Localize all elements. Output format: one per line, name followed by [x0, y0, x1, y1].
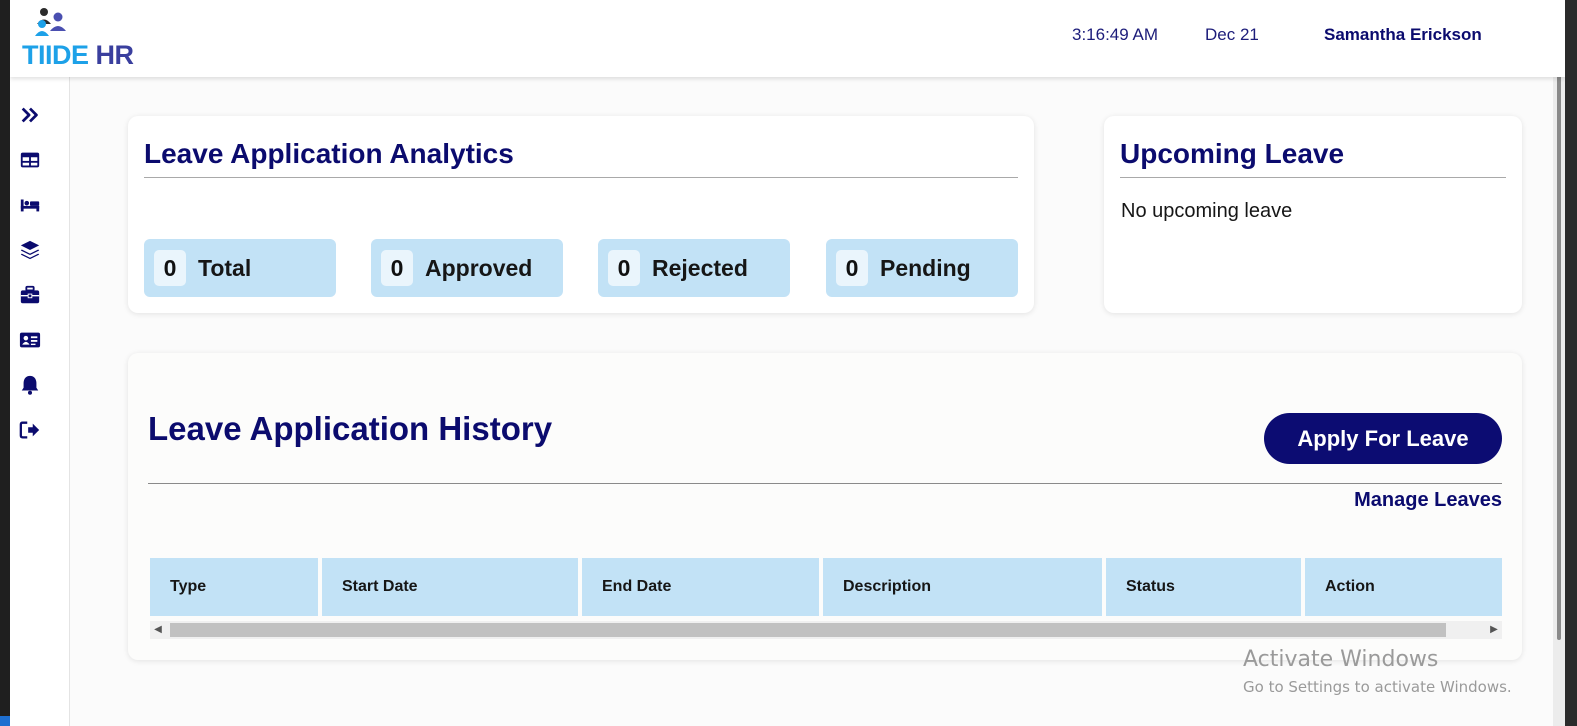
page-scrollbar-thumb[interactable] — [1557, 0, 1561, 640]
layers-icon[interactable] — [18, 238, 42, 262]
leave-analytics-card: Leave Application Analytics 0 Total 0 Ap… — [128, 116, 1034, 313]
scroll-left-arrow-icon[interactable]: ◀ — [150, 621, 166, 639]
column-header-description[interactable]: Description — [823, 558, 1102, 616]
double-chevron-right-icon[interactable] — [18, 103, 42, 127]
stat-count: 0 — [608, 250, 640, 286]
desktop-edge — [0, 0, 10, 726]
apply-for-leave-button[interactable]: Apply For Leave — [1264, 413, 1502, 464]
stat-count: 0 — [154, 250, 186, 286]
horizontal-scrollbar[interactable]: ◀ ▶ — [150, 621, 1502, 639]
column-header-action[interactable]: Action — [1305, 558, 1502, 616]
column-header-end-date[interactable]: End Date — [582, 558, 819, 616]
clock-time: 3:16:49 AM — [1072, 25, 1159, 44]
column-header-status[interactable]: Status — [1106, 558, 1301, 616]
leave-history-card: Leave Application History Apply For Leav… — [128, 353, 1522, 660]
upcoming-leave-card: Upcoming Leave No upcoming leave — [1104, 116, 1522, 313]
analytics-title: Leave Application Analytics — [144, 138, 514, 169]
stat-count: 0 — [836, 250, 868, 286]
stat-approved: 0 Approved — [371, 239, 563, 297]
id-card-icon[interactable] — [18, 328, 42, 352]
user-name[interactable]: Samantha Erickson — [1324, 25, 1482, 45]
stat-label: Total — [198, 255, 252, 281]
column-header-type[interactable]: Type — [150, 558, 318, 616]
sign-out-icon[interactable] — [18, 418, 42, 442]
table-icon[interactable] — [18, 148, 42, 172]
tiide-hr-logo[interactable]: TIIDE HR — [22, 4, 147, 70]
table-header-row: Type Start Date End Date Description Sta… — [150, 558, 1502, 616]
column-header-start-date[interactable]: Start Date — [322, 558, 578, 616]
watermark-line1: Activate Windows — [1243, 647, 1439, 672]
stat-label: Approved — [425, 255, 533, 281]
sidebar — [10, 77, 70, 726]
stat-count: 0 — [381, 250, 413, 286]
windows-activation-watermark: Activate Windows Go to Settings to activ… — [1243, 647, 1512, 696]
manage-leaves-link[interactable]: Manage Leaves — [1354, 489, 1502, 512]
stat-label: Rejected — [652, 255, 748, 281]
stat-label: Pending — [880, 255, 971, 281]
divider — [144, 177, 1018, 178]
stat-total: 0 Total — [144, 239, 336, 297]
top-header: TIIDE HR 3:16:49 AM Dec 21 Samantha Eric… — [10, 0, 1565, 77]
people-logo-icon — [35, 8, 66, 36]
stat-rejected: 0 Rejected — [598, 239, 790, 297]
scrollbar-thumb[interactable] — [170, 623, 1446, 637]
app-frame: TIIDE HR 3:16:49 AM Dec 21 Samantha Eric… — [10, 0, 1565, 726]
logo-text: TIIDE HR — [22, 40, 134, 70]
current-date: Dec 21 — [1205, 25, 1259, 44]
upcoming-title: Upcoming Leave — [1120, 138, 1345, 169]
bell-icon[interactable] — [18, 373, 42, 397]
history-title: Leave Application History — [148, 410, 553, 447]
divider — [148, 483, 1502, 484]
scroll-right-arrow-icon[interactable]: ▶ — [1486, 621, 1502, 639]
bed-icon[interactable] — [18, 193, 42, 217]
page-scrollbar[interactable] — [1553, 0, 1565, 726]
stat-pending: 0 Pending — [826, 239, 1018, 297]
watermark-line2: Go to Settings to activate Windows. — [1243, 678, 1512, 696]
briefcase-icon[interactable] — [18, 283, 42, 307]
no-upcoming-text: No upcoming leave — [1121, 200, 1293, 222]
divider — [1120, 177, 1506, 178]
